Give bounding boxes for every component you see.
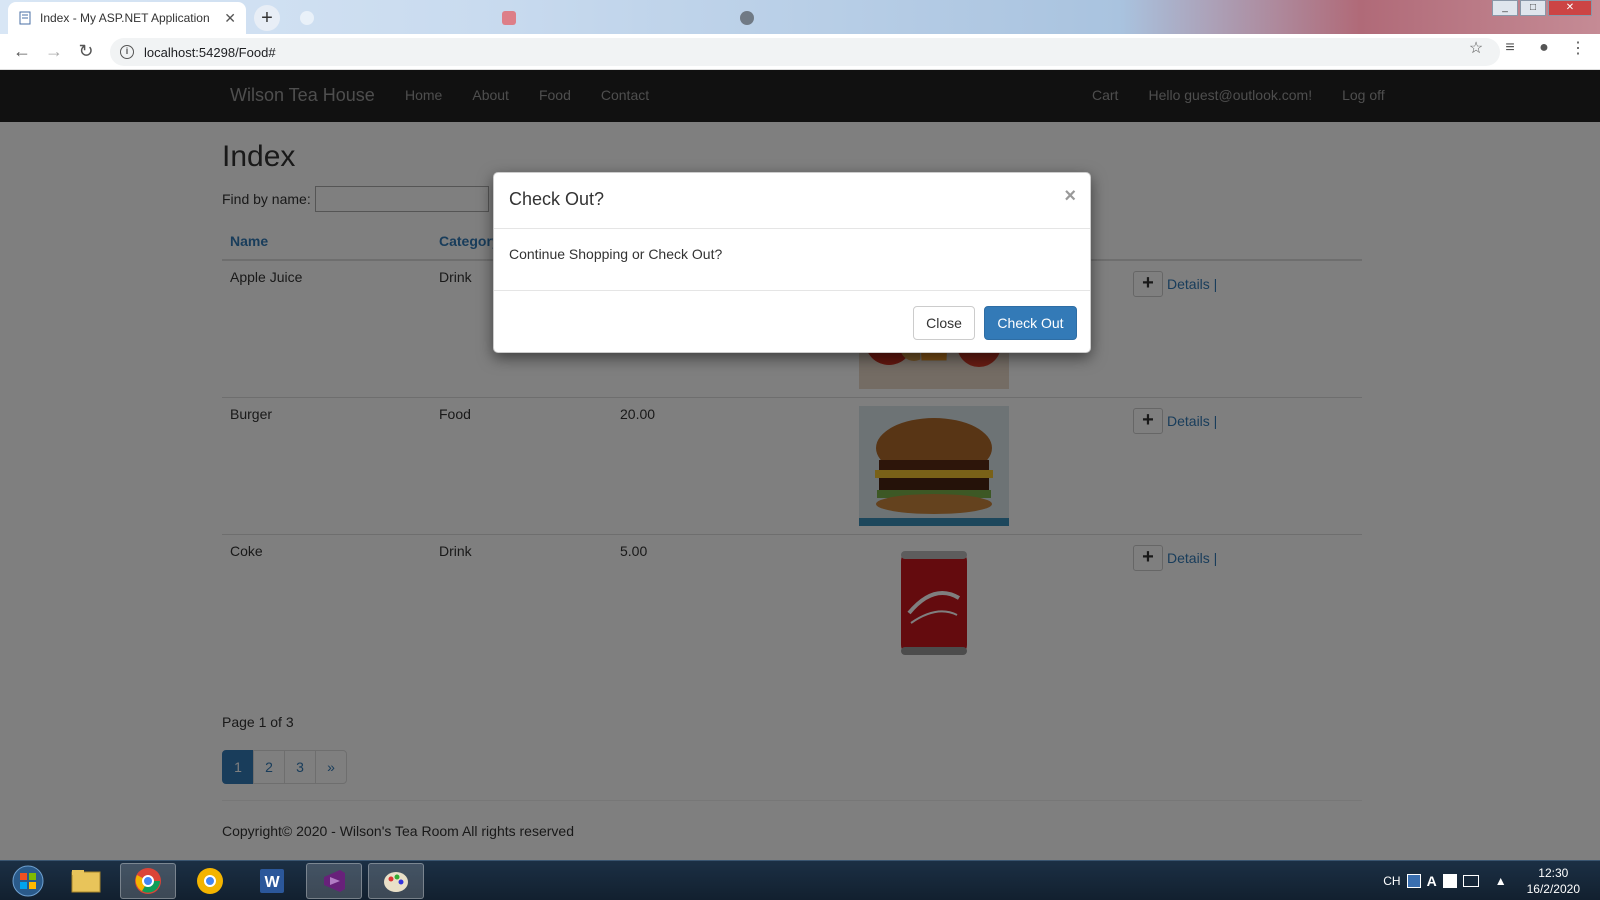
show-hidden-icons-icon[interactable]: ▲ <box>1495 874 1507 888</box>
modal-footer: Close Check Out <box>494 291 1090 353</box>
chrome-icon <box>135 868 161 894</box>
checkout-modal: Check Out? × Continue Shopping or Check … <box>493 172 1091 353</box>
visual-studio-icon <box>324 870 345 892</box>
file-explorer-taskbar-item[interactable] <box>58 863 114 899</box>
close-window-icon[interactable]: ✕ <box>1548 0 1592 16</box>
font-icon[interactable]: A <box>1427 873 1437 889</box>
google-icon <box>300 11 314 25</box>
url-text: localhost:54298/Food# <box>144 44 276 60</box>
browser-toolbar: ← → ↻ i localhost:54298/Food# ☆ ≡ ● ⋮ <box>0 34 1600 70</box>
back-icon[interactable]: ← <box>6 36 38 68</box>
new-tab-button[interactable]: + <box>254 5 280 31</box>
paint-taskbar-item[interactable] <box>368 863 424 899</box>
modal-title: Check Out? <box>509 189 605 209</box>
reload-icon[interactable]: ↻ <box>70 36 102 68</box>
window-controls: _ □ ✕ <box>1490 0 1592 16</box>
modal-body: Continue Shopping or Check Out? <box>494 229 1090 291</box>
chrome-taskbar-item[interactable] <box>120 863 176 899</box>
maximize-icon[interactable]: □ <box>1520 0 1546 16</box>
browser-tab-inactive[interactable] <box>730 2 960 34</box>
language-indicator[interactable]: CH <box>1383 874 1400 888</box>
clock[interactable]: 12:30 16/2/2020 <box>1527 865 1580 897</box>
check-out-button[interactable]: Check Out <box>984 306 1077 340</box>
page-icon <box>19 11 31 25</box>
input-method-icon[interactable] <box>1406 874 1421 888</box>
word-icon: W <box>260 869 284 893</box>
svg-text:W: W <box>264 874 280 891</box>
tab-title: Index - My ASP.NET Application <box>40 11 210 25</box>
web-page: Wilson Tea House Home About Food Contact… <box>0 70 1600 860</box>
youtube-icon <box>502 11 516 25</box>
star-icon[interactable]: ☆ <box>1466 38 1486 58</box>
close-button[interactable]: Close <box>913 306 975 340</box>
browser-tab-inactive[interactable] <box>290 2 480 34</box>
modal-header: Check Out? × <box>494 173 1090 229</box>
menu-icon[interactable]: ⋮ <box>1568 38 1588 58</box>
start-button[interactable] <box>4 863 52 899</box>
chrome-dev-icon <box>197 868 223 894</box>
minimize-icon[interactable]: _ <box>1492 0 1518 16</box>
github-icon <box>740 11 754 25</box>
paint-icon <box>384 872 408 892</box>
address-bar[interactable]: i localhost:54298/Food# <box>110 38 1500 66</box>
modal-close-icon[interactable]: × <box>1064 185 1076 208</box>
windows-logo-icon <box>12 865 44 897</box>
windows-taskbar: W CH A ▲ 12:30 16/2/2020 <box>0 860 1600 900</box>
word-taskbar-item[interactable]: W <box>244 863 300 899</box>
folder-icon <box>71 870 101 893</box>
browser-tabstrip: Index - My ASP.NET Application ✕ + _ □ ✕ <box>0 0 1600 34</box>
tab-close-icon[interactable]: ✕ <box>224 10 236 27</box>
forward-icon[interactable]: → <box>38 36 70 68</box>
profile-icon[interactable]: ● <box>1534 39 1554 57</box>
info-icon[interactable]: i <box>120 45 134 59</box>
browser-tab-inactive[interactable] <box>492 2 712 34</box>
keyboard-icon[interactable] <box>1442 874 1457 888</box>
system-tray: CH A ▲ 12:30 16/2/2020 <box>1383 861 1590 900</box>
chrome-canary-taskbar-item[interactable] <box>182 863 238 899</box>
visual-studio-taskbar-item[interactable] <box>306 863 362 899</box>
browser-tab-active[interactable]: Index - My ASP.NET Application ✕ <box>8 2 246 34</box>
clock-date: 16/2/2020 <box>1526 882 1580 896</box>
media-control-icon[interactable]: ≡ <box>1500 39 1520 57</box>
clock-time: 12:30 <box>1538 866 1569 880</box>
network-icon[interactable] <box>1462 875 1479 887</box>
